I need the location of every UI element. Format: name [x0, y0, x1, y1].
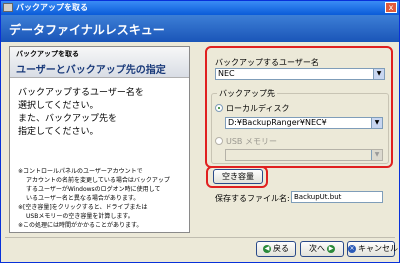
step-subtitle: バックアップを取る — [16, 50, 79, 58]
next-button[interactable]: 次へ ▶ — [300, 241, 344, 257]
note-line: ※この処理には時間がかかることがあります。 — [18, 222, 143, 229]
user-label: バックアップするユーザー名 — [215, 58, 319, 67]
save-file-input[interactable]: BackupUt.but — [291, 191, 383, 203]
usb-drive-select[interactable]: ▼ — [225, 149, 383, 161]
window-title: バックアップを取る — [16, 3, 88, 12]
cancel-icon: × — [348, 244, 356, 253]
local-disk-label: ローカルディスク — [226, 104, 290, 113]
back-button[interactable]: ◀ 戻る — [256, 241, 296, 257]
next-label: 次へ — [309, 244, 325, 253]
note-line: ※コントロールパネルのユーザーアカウントで — [18, 168, 143, 175]
chevron-down-icon[interactable]: ▼ — [371, 118, 382, 128]
instruction-line: また、バックアップ先を — [18, 114, 118, 124]
save-file-label: 保存するファイル名: — [215, 194, 290, 203]
usb-memory-radio[interactable] — [215, 137, 223, 145]
footer-divider — [5, 237, 395, 238]
chevron-down-icon[interactable]: ▼ — [373, 69, 384, 79]
usb-memory-label: USB メモリー — [226, 137, 277, 146]
instruction-line: 指定してください。 — [18, 127, 99, 137]
note-line: USBメモリーの空き容量を計算します。 — [26, 213, 134, 220]
close-button[interactable]: x — [385, 2, 397, 13]
cancel-button[interactable]: × キャンセル — [347, 241, 398, 257]
free-space-button[interactable]: 空き容量 — [213, 169, 263, 184]
cancel-label: キャンセル — [358, 244, 398, 253]
app-header: データファイナルレスキュー — [1, 15, 399, 42]
notes-text: ※コントロールパネルのユーザーアカウントで アカウントの名前を変更している場合は… — [18, 167, 188, 230]
local-disk-radio[interactable] — [215, 104, 223, 112]
note-line: アカウントの名前を変更している場合はバックアップ — [26, 177, 170, 184]
local-path-select[interactable]: D:¥BackupRanger¥NEC¥ ▼ — [225, 117, 383, 129]
instruction-header: バックアップを取る ユーザーとバックアップ先の指定 — [10, 47, 189, 78]
note-line: いるユーザー名と異なる場合があります。 — [26, 195, 140, 202]
app-title: データファイナルレスキュー — [9, 23, 165, 37]
destination-group-label: バックアップ先 — [217, 88, 277, 99]
local-path-value: D:¥BackupRanger¥NEC¥ — [228, 118, 327, 127]
step-heading: ユーザーとバックアップ先の指定 — [16, 65, 166, 76]
instruction-line: 選択してください。 — [18, 101, 99, 111]
app-icon — [3, 3, 13, 12]
note-line: ※[空き容量]をクリックすると、ドライブまたは — [18, 204, 148, 211]
arrow-right-icon: ▶ — [327, 244, 335, 253]
back-label: 戻る — [273, 244, 289, 253]
arrow-left-icon: ◀ — [263, 244, 271, 253]
instruction-line: バックアップするユーザー名を — [18, 88, 144, 98]
backup-window: バックアップを取る x データファイナルレスキュー バックアップを取る ユーザー… — [0, 0, 400, 263]
instruction-text: バックアップするユーザー名を 選択してください。 また、バックアップ先を 指定し… — [18, 87, 188, 139]
title-bar: バックアップを取る x — [1, 1, 399, 15]
note-line: するユーザーがWindowsのログオン時に使用して — [26, 186, 161, 193]
user-select-value: NEC — [218, 69, 235, 78]
instruction-panel: バックアップを取る ユーザーとバックアップ先の指定 バックアップするユーザー名を… — [9, 46, 190, 233]
user-select[interactable]: NEC ▼ — [215, 68, 385, 80]
chevron-down-icon[interactable]: ▼ — [371, 150, 382, 160]
